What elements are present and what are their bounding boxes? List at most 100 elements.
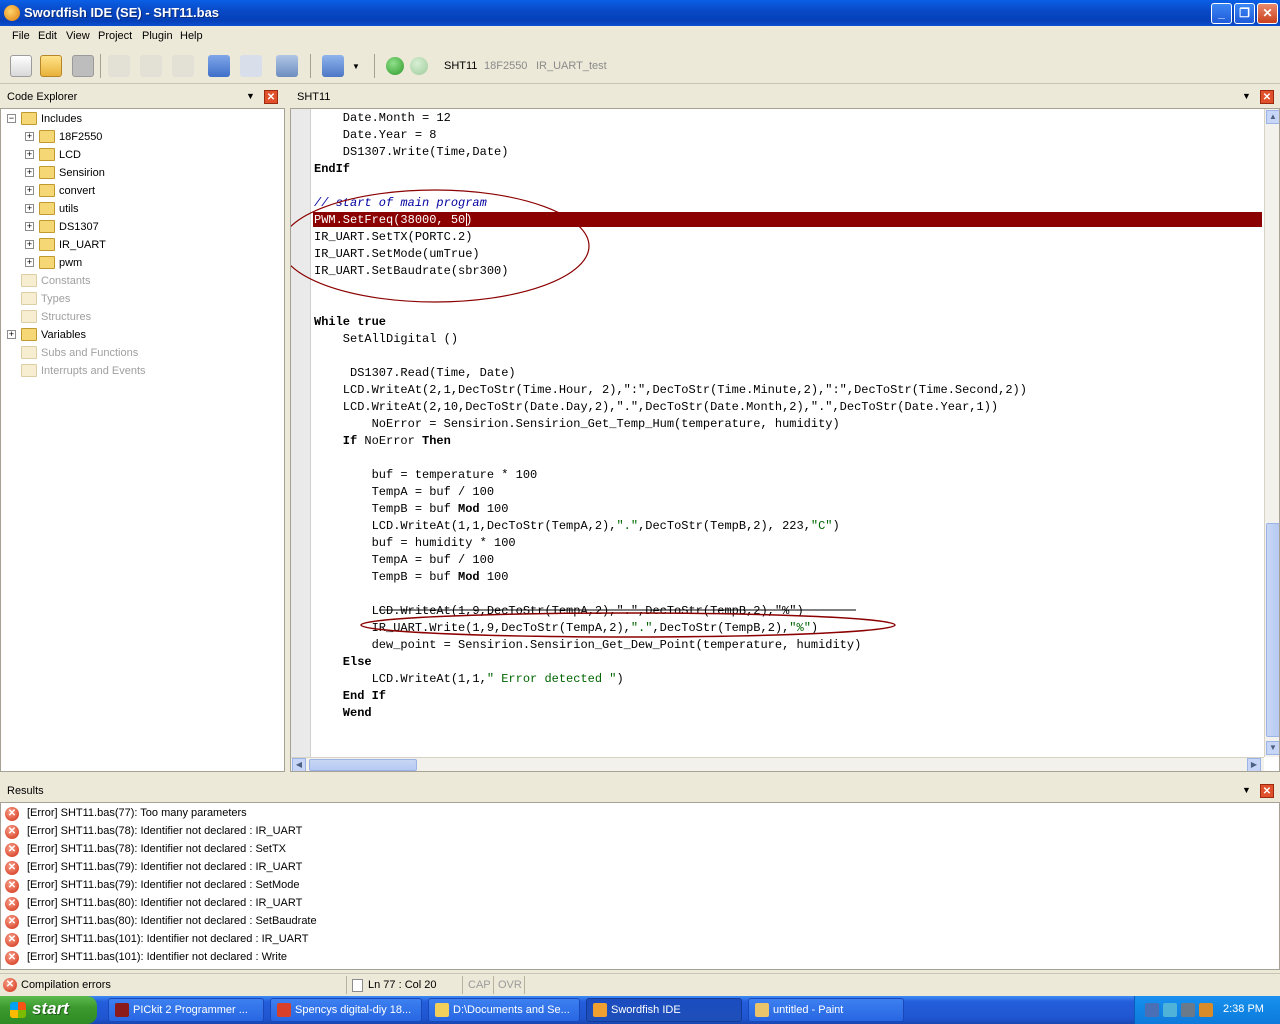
expand-icon[interactable]: + xyxy=(25,222,34,231)
tree-item[interactable]: Structures xyxy=(7,309,257,327)
tree-item[interactable]: + utils xyxy=(25,201,275,219)
menu-view[interactable]: View xyxy=(66,30,90,42)
result-row[interactable]: ✕ [Error] SHT11.bas(80): Identifier not d… xyxy=(5,913,605,931)
result-row[interactable]: ✕ [Error] SHT11.bas(78): Identifier not d… xyxy=(5,823,605,841)
redo-icon[interactable] xyxy=(240,55,262,77)
error-message: [Error] SHT11.bas(77): Too many paramete… xyxy=(27,807,247,819)
toolbar-tab-ir-uart-test[interactable]: IR_UART_test xyxy=(536,60,607,72)
speaker-icon[interactable] xyxy=(1181,1003,1195,1017)
error-icon: ✕ xyxy=(5,879,19,893)
forward-arrow-icon[interactable] xyxy=(410,57,428,75)
save-icon[interactable] xyxy=(72,55,94,77)
expand-icon[interactable]: + xyxy=(25,150,34,159)
tree-item[interactable]: + Variables xyxy=(7,327,257,345)
taskbar-button[interactable]: PICkit 2 Programmer ... xyxy=(108,998,264,1022)
chevron-down-icon[interactable]: ▼ xyxy=(246,91,255,101)
taskbar-button[interactable]: Swordfish IDE xyxy=(586,998,742,1022)
cut-icon[interactable] xyxy=(108,55,130,77)
expand-icon[interactable]: + xyxy=(25,132,34,141)
tree-item[interactable]: + DS1307 xyxy=(25,219,275,237)
tray-app-icon[interactable] xyxy=(1163,1003,1177,1017)
open-folder-icon[interactable] xyxy=(40,55,62,77)
expand-icon[interactable]: + xyxy=(25,240,34,249)
code-line: End If xyxy=(314,689,386,706)
tree-item[interactable]: + LCD xyxy=(25,147,275,165)
build-icon[interactable] xyxy=(322,55,344,77)
code-editor[interactable]: Date.Month = 12 Date.Year = 8 DS1307.Wri… xyxy=(290,108,1280,772)
horizontal-scroll-thumb[interactable] xyxy=(309,759,417,771)
tray-utility-icon[interactable] xyxy=(1199,1003,1213,1017)
menu-project[interactable]: Project xyxy=(98,30,132,42)
code-token: "C" xyxy=(810,519,833,533)
result-row[interactable]: ✕ [Error] SHT11.bas(78): Identifier not d… xyxy=(5,841,605,859)
back-arrow-icon[interactable] xyxy=(386,57,404,75)
expand-icon[interactable]: + xyxy=(25,168,34,177)
editor-horizontal-scrollbar[interactable]: ◀ ▶ xyxy=(291,757,1264,771)
scroll-down-icon[interactable]: ▼ xyxy=(1266,741,1279,755)
tree-item[interactable]: + pwm xyxy=(25,255,275,273)
result-row[interactable]: ✕ [Error] SHT11.bas(101): Identifier not … xyxy=(5,931,605,949)
code-token: "%" xyxy=(789,621,811,635)
expand-icon[interactable]: + xyxy=(25,258,34,267)
network-icon[interactable] xyxy=(1145,1003,1159,1017)
code-token: LCD.WriteAt(1,1, xyxy=(314,672,487,686)
tree-item[interactable]: + IR_UART xyxy=(25,237,275,255)
tree-item[interactable]: +18F2550 xyxy=(25,129,275,147)
menu-help[interactable]: Help xyxy=(180,30,203,42)
expand-icon[interactable]: + xyxy=(7,330,16,339)
start-button[interactable]: start xyxy=(0,996,97,1024)
expand-icon[interactable]: + xyxy=(25,204,34,213)
result-row[interactable]: ✕ [Error] SHT11.bas(79): Identifier not d… xyxy=(5,877,605,895)
result-row[interactable]: ✕ [Error] SHT11.bas(101): Identifier not … xyxy=(5,949,605,967)
editor-vertical-scrollbar[interactable]: ▲ ▼ xyxy=(1264,109,1279,757)
task-app-icon xyxy=(755,1003,769,1017)
result-row[interactable]: ✕ [Error] SHT11.bas(77): Too many paramet… xyxy=(5,805,605,823)
toolbar-tab-sht11[interactable]: SHT11 xyxy=(444,60,477,72)
scroll-left-icon[interactable]: ◀ xyxy=(292,758,306,771)
tree-item-label: Subs and Functions xyxy=(41,347,139,359)
result-row[interactable]: ✕ [Error] SHT11.bas(80): Identifier not d… xyxy=(5,895,605,913)
editor-tab-label[interactable]: SHT11 xyxy=(297,91,330,103)
vertical-scroll-thumb[interactable] xyxy=(1266,523,1279,737)
menu-edit[interactable]: Edit xyxy=(38,30,57,42)
tree-item[interactable]: + convert xyxy=(25,183,275,201)
undo-icon[interactable] xyxy=(208,55,230,77)
close-editor-icon[interactable]: ✕ xyxy=(1260,90,1274,104)
toolbar-tab-18f2550[interactable]: 18F2550 xyxy=(484,60,527,72)
tree-item[interactable]: − Includes xyxy=(7,111,257,129)
scroll-up-icon[interactable]: ▲ xyxy=(1266,110,1279,124)
tree-item[interactable]: Types xyxy=(7,291,257,309)
ide-window: Swordfish IDE (SE) - SHT11.bas _ ❐ ✕ Fil… xyxy=(0,0,1280,1024)
close-panel-icon[interactable]: ✕ xyxy=(264,90,278,104)
error-message: [Error] SHT11.bas(79): Identifier not de… xyxy=(27,879,300,891)
build-dropdown-icon[interactable]: ▼ xyxy=(352,62,360,71)
overwrite-indicator: OVR xyxy=(498,979,522,991)
tree-item[interactable]: Constants xyxy=(7,273,257,291)
taskbar-button[interactable]: untitled - Paint xyxy=(748,998,904,1022)
close-button[interactable]: ✕ xyxy=(1257,3,1278,24)
tree-item[interactable]: + Sensirion xyxy=(25,165,275,183)
taskbar-button[interactable]: Spencys digital-diy 18... xyxy=(270,998,422,1022)
minimize-button[interactable]: _ xyxy=(1211,3,1232,24)
menu-plugin[interactable]: Plugin xyxy=(142,30,173,42)
scroll-right-icon[interactable]: ▶ xyxy=(1247,758,1261,771)
close-results-icon[interactable]: ✕ xyxy=(1260,784,1274,798)
tree-item[interactable]: Interrupts and Events xyxy=(7,363,257,381)
chevron-down-icon[interactable]: ▼ xyxy=(1242,91,1251,101)
collapse-icon[interactable]: − xyxy=(7,114,16,123)
paste-icon[interactable] xyxy=(172,55,194,77)
tree-item[interactable]: Subs and Functions xyxy=(7,345,257,363)
expand-icon[interactable]: + xyxy=(25,186,34,195)
copy-icon[interactable] xyxy=(140,55,162,77)
restore-button[interactable]: ❐ xyxy=(1234,3,1255,24)
chevron-down-icon[interactable]: ▼ xyxy=(1242,785,1251,795)
code-token: ) xyxy=(616,672,624,686)
result-row[interactable]: ✕ [Error] SHT11.bas(79): Identifier not d… xyxy=(5,859,605,877)
code-token: dew_point = Sensirion.Sensirion_Get_Dew_… xyxy=(314,638,862,652)
taskbar-button[interactable]: D:\Documents and Se... xyxy=(428,998,580,1022)
new-file-icon[interactable] xyxy=(10,55,32,77)
menu-file[interactable]: File xyxy=(12,30,30,42)
program-chip-icon[interactable] xyxy=(276,55,298,77)
code-token: NoError = Sensirion.Sensirion_Get_Temp_H… xyxy=(314,417,840,431)
taskbar-button-label: D:\Documents and Se... xyxy=(453,1004,570,1016)
